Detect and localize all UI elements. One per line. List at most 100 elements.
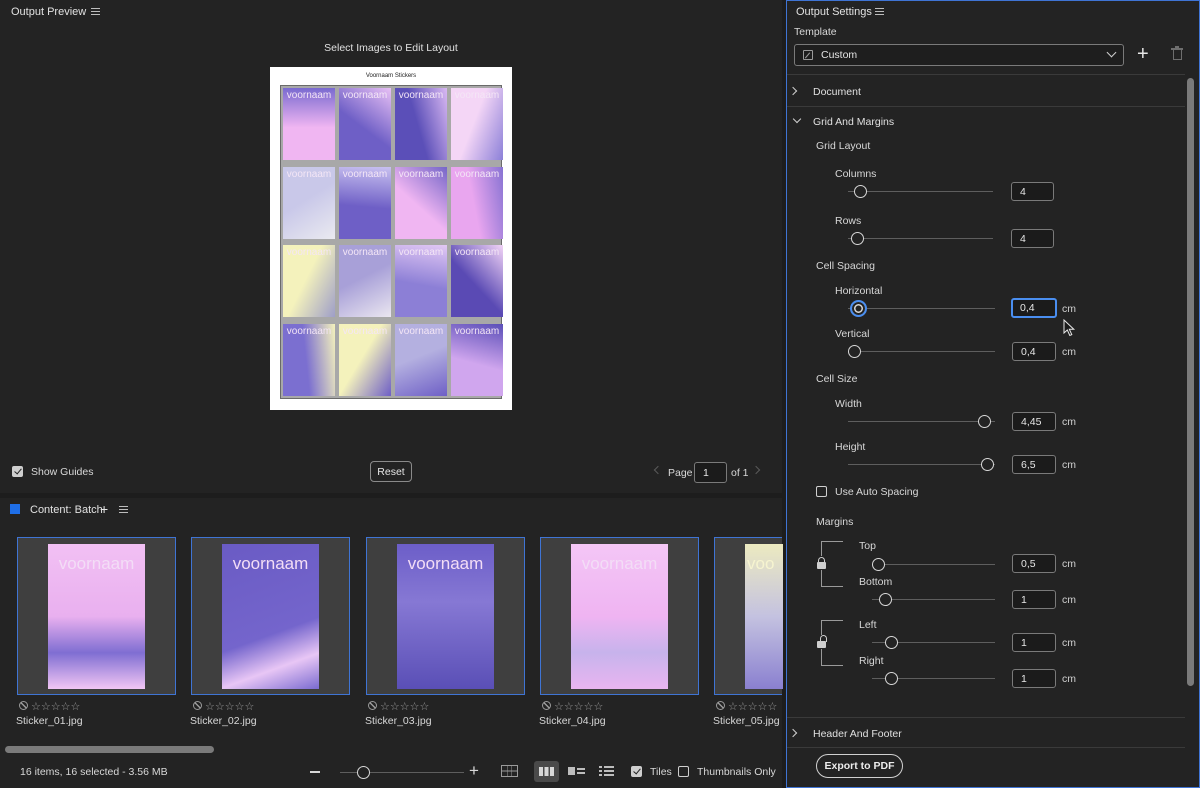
width-slider-track[interactable] [848,421,995,422]
rows-slider-track[interactable] [848,238,993,239]
reject-flag-icon[interactable] [193,701,202,710]
height-slider-knob[interactable] [981,458,994,471]
thumbnail-filename: Sticker_01.jpg [16,715,83,727]
rows-input[interactable]: 4 [1011,229,1054,248]
columns-slider-knob[interactable] [854,185,867,198]
content-thumbnail[interactable]: voornaam [191,537,350,695]
content-thumbnail[interactable]: voornaam [366,537,525,695]
vertical-slider-knob[interactable] [848,345,861,358]
top-bottom-lock-icon[interactable] [815,556,828,570]
tiles-checkbox[interactable] [631,766,642,777]
bottom-input[interactable]: 1 [1012,590,1056,609]
details-view-icon[interactable] [599,766,615,777]
height-input[interactable]: 6,5 [1012,455,1056,474]
preview-cell-text: voornaam [454,90,500,101]
trash-icon[interactable] [1171,46,1183,61]
star-rating[interactable]: ☆☆☆☆☆ [31,700,80,713]
tile-view-icon[interactable] [534,761,559,782]
zoom-minus-icon[interactable] [310,771,320,773]
content-scrollbar[interactable] [5,746,214,753]
width-input[interactable]: 4,45 [1012,412,1056,431]
reject-flag-icon[interactable] [542,701,551,710]
horizontal-slider-track[interactable] [848,308,995,309]
horizontal-slider-knob[interactable] [850,300,867,317]
document-section-header[interactable]: Document [813,86,861,98]
content-thumbnail[interactable]: voo [714,537,783,695]
columns-slider-track[interactable] [848,191,993,192]
content-color-swatch [10,504,20,514]
document-page[interactable]: Voornaam Stickers voornaam voornaam voorna… [270,67,512,410]
star-rating[interactable]: ☆☆☆☆☆ [205,700,254,713]
top-slider-knob[interactable] [872,558,885,571]
content-menu-icon[interactable] [119,506,128,514]
show-guides-checkbox[interactable] [12,466,23,477]
left-input[interactable]: 1 [1012,633,1056,652]
preview-grid-cell[interactable]: voornaam [451,166,503,239]
output-preview-menu-icon[interactable] [91,8,100,16]
preview-grid-cell[interactable]: voornaam [395,245,447,317]
preview-grid-cell[interactable]: voornaam [283,323,335,396]
reject-flag-icon[interactable] [368,701,377,710]
preview-grid-cell[interactable]: voornaam [339,88,391,160]
star-rating[interactable]: ☆☆☆☆☆ [380,700,429,713]
reject-flag-icon[interactable] [19,701,28,710]
preview-cell-text: voornaam [342,247,388,258]
settings-scrollbar[interactable] [1187,78,1194,686]
preview-cell-text: voornaam [286,90,332,101]
preview-grid-cell[interactable]: voornaam [451,245,503,317]
reset-button[interactable]: Reset [370,461,412,482]
thumbnails-only-checkbox[interactable] [678,766,689,777]
preview-grid-cell[interactable]: voornaam [283,245,335,317]
page-number-input[interactable]: 1 [694,462,727,483]
content-thumbnail[interactable]: voornaam [540,537,699,695]
vertical-input[interactable]: 0,4 [1012,342,1056,361]
preview-cell-text: voornaam [342,325,388,337]
preview-grid-cell[interactable]: voornaam [395,88,447,160]
height-slider-track[interactable] [848,464,995,465]
preview-grid-cell[interactable]: voornaam [339,166,391,239]
content-thumbnail[interactable]: voornaam [17,537,176,695]
export-to-pdf-button[interactable]: Export to PDF [816,754,903,778]
thumbnail-filename: Sticker_05.jpg [713,715,780,727]
template-dropdown[interactable]: Custom [794,44,1124,66]
preview-grid-cell[interactable]: voornaam [283,88,335,160]
header-footer-section-header[interactable]: Header And Footer [813,728,902,740]
preview-grid-cell[interactable]: voornaam [395,323,447,396]
right-input[interactable]: 1 [1012,669,1056,688]
content-title: Content: Batch [30,504,103,516]
width-slider-knob[interactable] [978,415,991,428]
zoom-slider-knob[interactable] [357,766,370,779]
left-slider-knob[interactable] [885,636,898,649]
left-right-lock-icon[interactable] [815,635,828,649]
list-view-icon[interactable] [568,767,585,777]
output-settings-menu-icon[interactable] [875,8,884,16]
top-input[interactable]: 0,5 [1012,554,1056,573]
add-content-icon[interactable]: + [100,502,108,516]
tiles-label: Tiles [650,766,672,778]
reject-flag-icon[interactable] [716,701,725,710]
grid-view-icon[interactable] [501,765,518,777]
preview-grid-cell[interactable]: voornaam [395,166,447,239]
vertical-slider-track[interactable] [848,351,995,352]
preview-grid-cell[interactable]: voornaam [339,245,391,317]
chevron-down-icon [1106,47,1117,58]
zoom-plus-icon[interactable]: + [469,762,479,779]
preview-grid-cell[interactable]: voornaam [451,323,503,396]
rows-slider-knob[interactable] [851,232,864,245]
add-template-icon[interactable]: + [1137,44,1149,64]
grid-layout-label: Grid Layout [816,140,871,152]
preview-cell-text: voornaam [342,168,388,180]
preview-grid-cell[interactable]: voornaam [451,88,503,160]
preview-cell-text: voornaam [342,90,388,101]
columns-input[interactable]: 4 [1011,182,1054,201]
preview-grid-cell[interactable]: voornaam [339,323,391,396]
horizontal-input[interactable]: 0,4 [1011,298,1057,318]
grid-margins-section-header[interactable]: Grid And Margins [813,116,894,128]
right-slider-knob[interactable] [885,672,898,685]
star-rating[interactable]: ☆☆☆☆☆ [554,700,603,713]
star-rating[interactable]: ☆☆☆☆☆ [728,700,777,713]
auto-spacing-checkbox[interactable] [816,486,827,497]
preview-grid-cell[interactable]: voornaam [283,166,335,239]
top-slider-track[interactable] [872,564,995,565]
bottom-slider-knob[interactable] [879,593,892,606]
